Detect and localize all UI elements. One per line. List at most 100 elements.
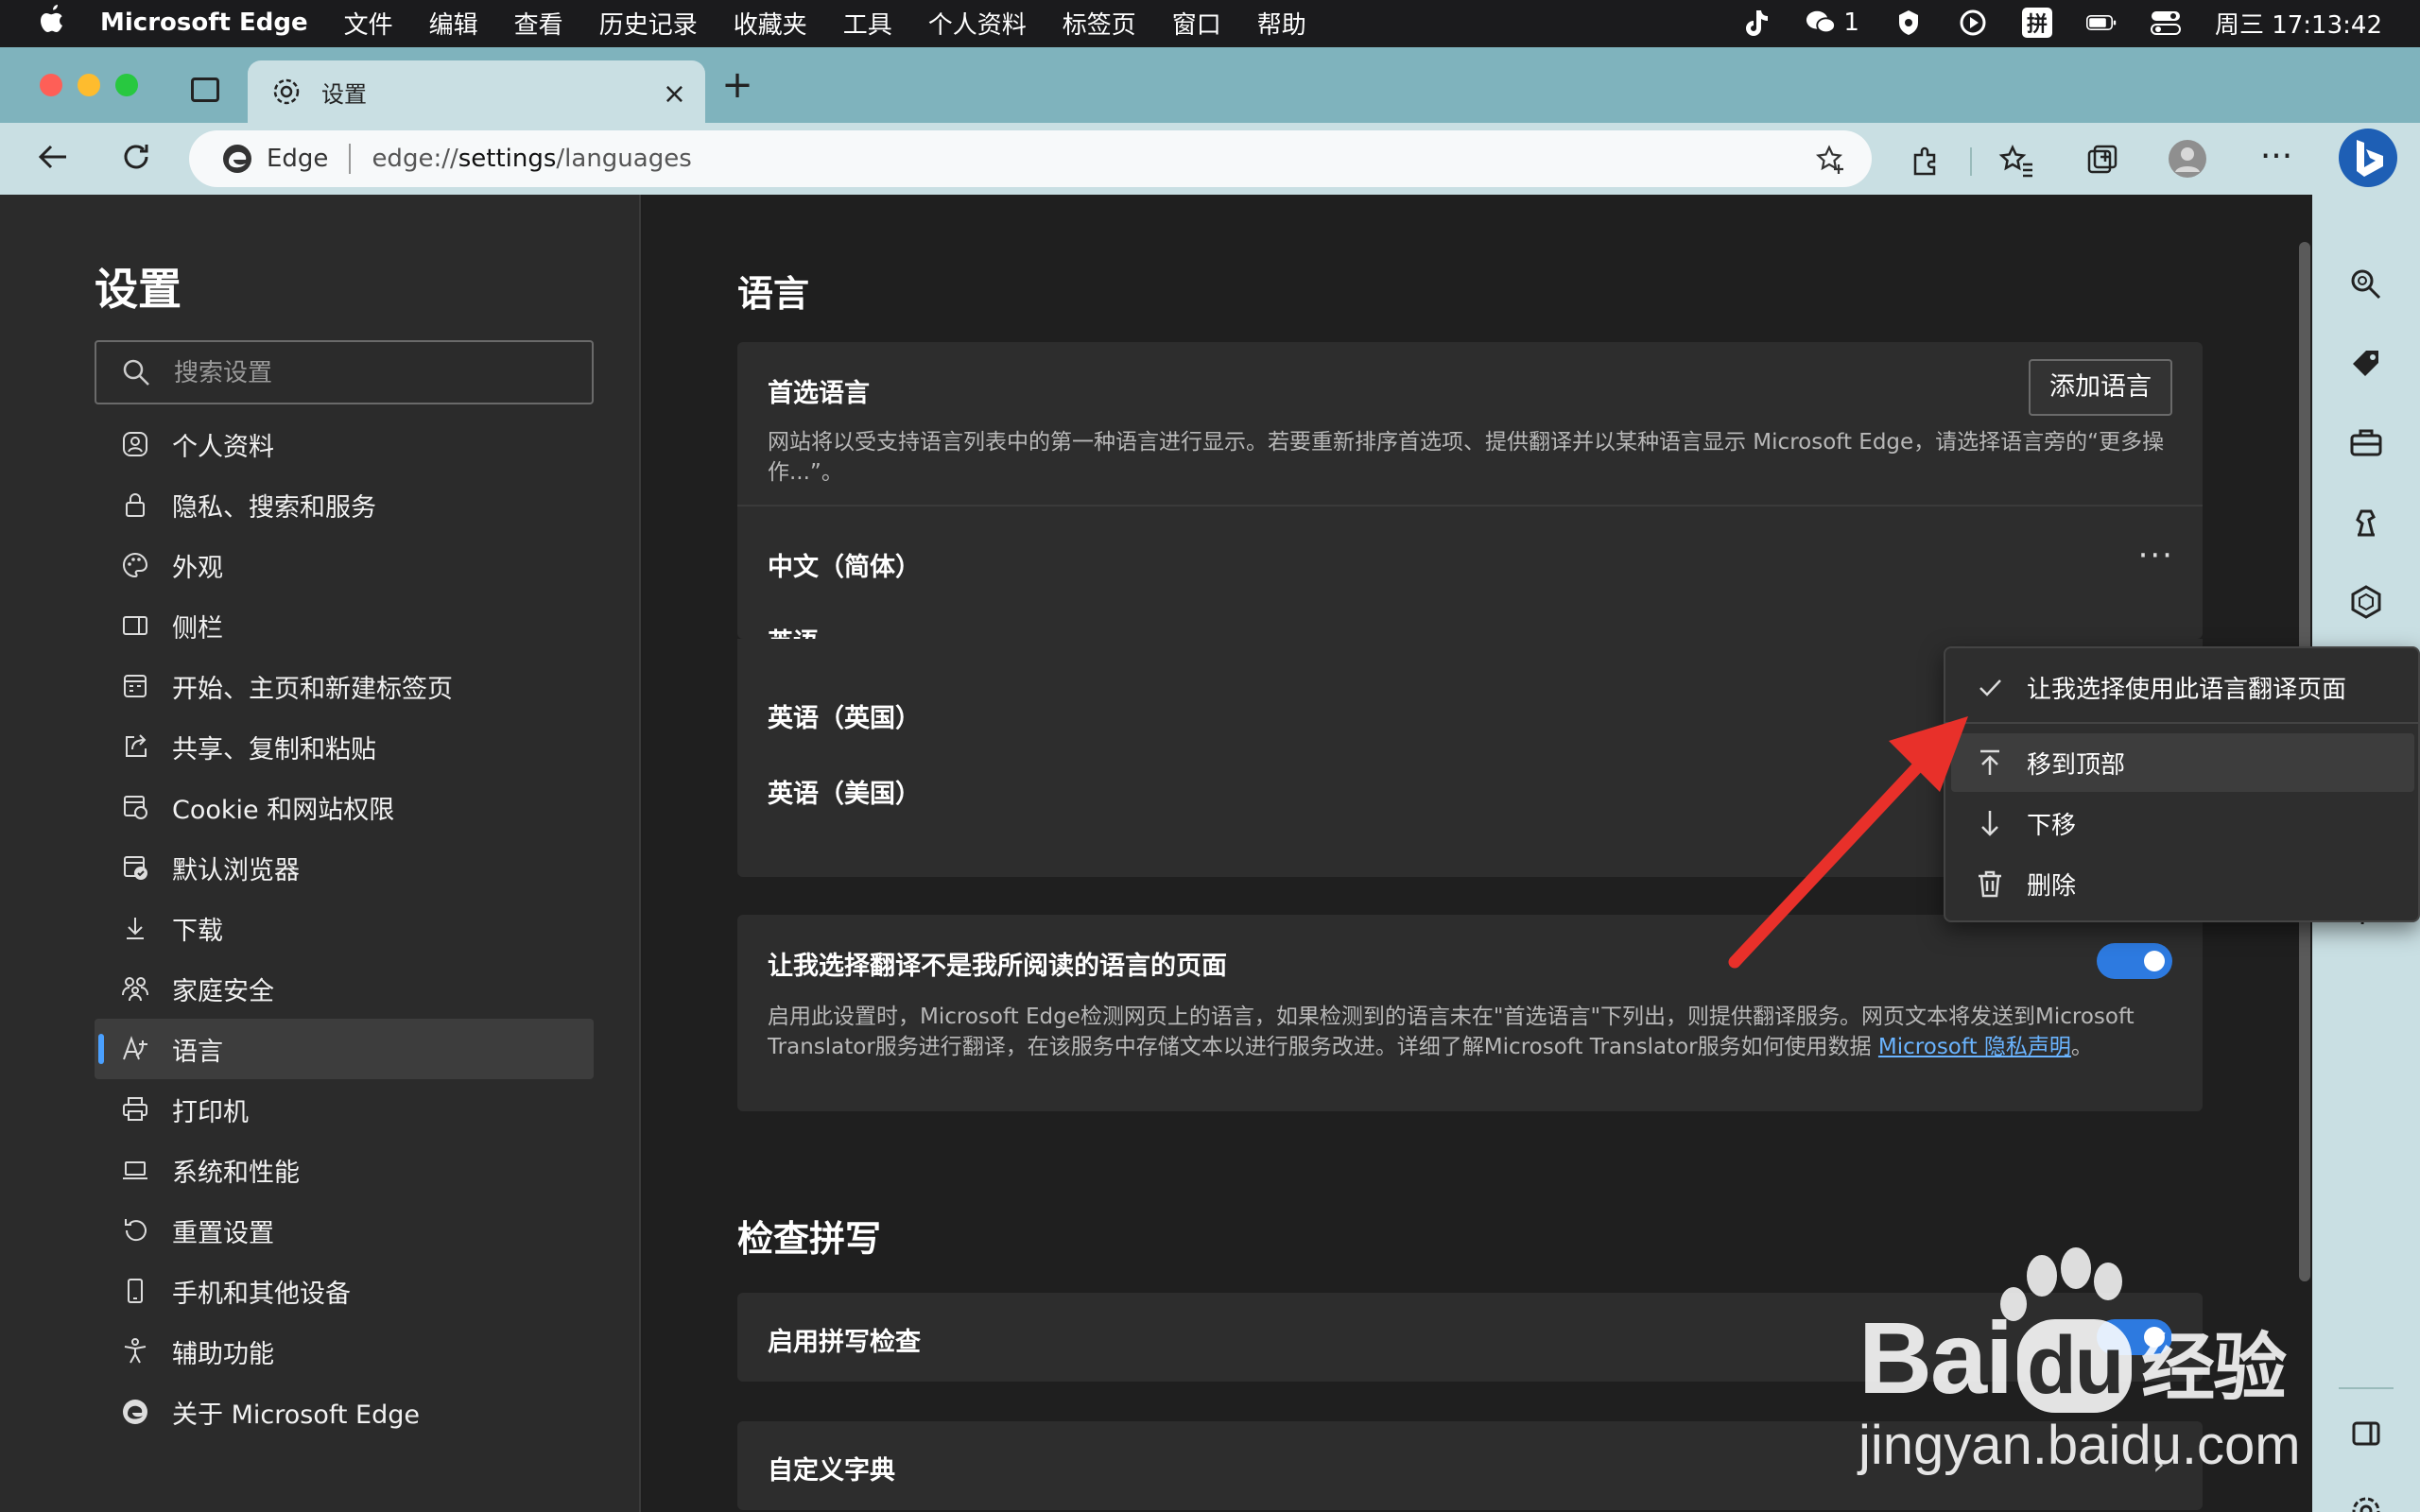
app-name-menu[interactable]: Microsoft Edge xyxy=(100,9,308,37)
games-icon[interactable] xyxy=(2348,505,2384,541)
hide-sidebar-icon[interactable] xyxy=(2348,1416,2384,1452)
shopping-tag-icon[interactable] xyxy=(2348,346,2384,382)
minimize-window-button[interactable] xyxy=(78,74,100,96)
phone-icon xyxy=(119,1275,151,1307)
tab-close-icon[interactable]: × xyxy=(663,77,686,111)
more-menu-icon[interactable]: ··· xyxy=(2256,136,2297,178)
wechat-icon xyxy=(1806,8,1837,38)
watermark-url: jingyan.baidu.com xyxy=(1858,1415,2301,1476)
sidebar-item-languages[interactable]: 语言 xyxy=(95,1019,594,1079)
bing-copilot-button[interactable] xyxy=(2339,129,2397,187)
move-down-menu-item[interactable]: 下移 xyxy=(1951,794,2414,852)
favorites-icon[interactable] xyxy=(1998,142,2036,180)
battery-icon[interactable] xyxy=(2085,8,2117,38)
menu-file[interactable]: 文件 xyxy=(344,6,393,41)
add-favorite-icon[interactable] xyxy=(1815,144,1847,176)
translate-toggle[interactable] xyxy=(2097,943,2172,979)
printer-icon xyxy=(119,1093,151,1125)
offer-translate-menu-item[interactable]: 让我选择使用此语言翻译页面 xyxy=(1951,658,2414,716)
more-actions-button[interactable]: ··· xyxy=(2138,537,2174,575)
sidebar-item-appearance[interactable]: 外观 xyxy=(95,535,594,595)
sidebar-item-family[interactable]: 家庭安全 xyxy=(95,958,594,1019)
sidebar-item-label: 重置设置 xyxy=(172,1218,274,1248)
sidebar-item-printers[interactable]: 打印机 xyxy=(95,1079,594,1140)
back-button[interactable] xyxy=(32,138,74,180)
tab-settings[interactable]: 设置 × xyxy=(248,60,705,123)
language-item: 中文（简体） xyxy=(768,553,921,582)
search-icon xyxy=(123,359,149,386)
menu-window[interactable]: 窗口 xyxy=(1172,6,1221,41)
settings-search-box[interactable] xyxy=(95,340,594,404)
translate-card: 让我选择翻译不是我所阅读的语言的页面 启用此设置时，Microsoft Edge… xyxy=(737,915,2203,1111)
sidebar-divider xyxy=(2339,1387,2394,1389)
menu-profile[interactable]: 个人资料 xyxy=(928,6,1027,41)
zoom-window-button[interactable] xyxy=(115,74,138,96)
preferred-languages-card: 首选语言 添加语言 网站将以受支持语言列表中的第一种语言进行显示。若要重新排序首… xyxy=(737,342,2203,658)
close-window-button[interactable] xyxy=(40,74,62,96)
sidebar-item-share[interactable]: 共享、复制和粘贴 xyxy=(95,716,594,777)
cookie-icon xyxy=(119,791,151,823)
menu-history[interactable]: 历史记录 xyxy=(599,6,698,41)
remove-menu-item[interactable]: 删除 xyxy=(1951,854,2414,913)
tab-actions-icon[interactable] xyxy=(191,77,219,102)
sidebar-item-phone[interactable]: 手机和其他设备 xyxy=(95,1261,594,1321)
family-icon xyxy=(119,972,151,1005)
preferred-languages-description: 网站将以受支持语言列表中的第一种语言进行显示。若要重新排序首选项、提供翻译并以某… xyxy=(768,430,2165,485)
new-tab-button[interactable]: + xyxy=(718,66,756,106)
menu-view[interactable]: 查看 xyxy=(514,6,563,41)
gear-icon xyxy=(273,78,300,105)
move-to-top-menu-item[interactable]: 移到顶部 xyxy=(1951,733,2414,792)
profile-avatar[interactable] xyxy=(2169,140,2206,178)
menu-tools[interactable]: 工具 xyxy=(843,6,892,41)
control-center-icon[interactable] xyxy=(2150,8,2181,38)
search-input[interactable] xyxy=(174,357,571,387)
language-item: 英语（英国） xyxy=(768,704,921,733)
menu-edit[interactable]: 编辑 xyxy=(429,6,478,41)
apple-menu-icon[interactable] xyxy=(34,3,72,43)
laptop-icon xyxy=(119,1154,151,1186)
input-method-icon[interactable]: 拼 xyxy=(2021,8,2052,38)
extensions-icon[interactable] xyxy=(1908,142,1945,180)
lock-icon xyxy=(119,489,151,521)
clock[interactable]: 周三 17:13:42 xyxy=(2215,6,2382,41)
sidebar-item-privacy[interactable]: 隐私、搜索和服务 xyxy=(95,474,594,535)
sidebar-item-sidebar[interactable]: 侧栏 xyxy=(95,595,594,656)
sidebar-item-system[interactable]: 系统和性能 xyxy=(95,1140,594,1200)
shield-status-icon[interactable] xyxy=(1893,8,1924,38)
sidebar-item-start-home[interactable]: 开始、主页和新建标签页 xyxy=(95,656,594,716)
sidebar-item-about[interactable]: 关于 Microsoft Edge xyxy=(95,1382,594,1442)
arrow-down-icon xyxy=(1981,811,1998,836)
sidebar-item-downloads[interactable]: 下载 xyxy=(95,898,594,958)
office-icon[interactable] xyxy=(2348,584,2384,620)
sidebar-settings-icon[interactable] xyxy=(2348,1493,2384,1512)
add-language-button[interactable]: 添加语言 xyxy=(2029,359,2172,416)
sidebar-item-reset[interactable]: 重置设置 xyxy=(95,1200,594,1261)
wechat-status[interactable]: 1 xyxy=(1806,8,1859,38)
tools-icon[interactable] xyxy=(2348,425,2384,461)
collections-icon[interactable] xyxy=(2083,142,2121,180)
sidebar-item-profile[interactable]: 个人资料 xyxy=(95,414,594,474)
palette-icon xyxy=(119,549,151,581)
share-icon xyxy=(119,730,151,763)
privacy-statement-link[interactable]: Microsoft 隐私声明 xyxy=(1878,1035,2071,1059)
menu-favorites[interactable]: 收藏夹 xyxy=(734,6,807,41)
baidu-jingyan-watermark: Bai du 经验 jingyan.baidu.com xyxy=(1853,1247,2307,1503)
checkmark-icon xyxy=(1979,679,2001,696)
sidebar-item-cookies[interactable]: Cookie 和网站权限 xyxy=(95,777,594,837)
search-icon[interactable] xyxy=(2348,266,2384,302)
menu-tabs[interactable]: 标签页 xyxy=(1063,6,1136,41)
wechat-count: 1 xyxy=(1843,9,1859,37)
spellcheck-enable-label: 启用拼写检查 xyxy=(768,1328,921,1357)
refresh-button[interactable] xyxy=(115,138,157,180)
sidebar-item-label: 家庭安全 xyxy=(172,976,274,1006)
address-bar[interactable]: Edge edge://settings/languages xyxy=(189,130,1872,187)
toolbar-separator xyxy=(1970,147,1972,176)
sidebar-item-accessibility[interactable]: 辅助功能 xyxy=(95,1321,594,1382)
play-status-icon[interactable] xyxy=(1958,8,1988,38)
sidebar-item-label: 语言 xyxy=(172,1037,223,1067)
reset-icon xyxy=(119,1214,151,1246)
menu-item-label: 移到顶部 xyxy=(2027,750,2126,780)
tiktok-icon[interactable] xyxy=(1741,8,1772,38)
menu-help[interactable]: 帮助 xyxy=(1257,6,1306,41)
sidebar-item-default-browser[interactable]: 默认浏览器 xyxy=(95,837,594,898)
